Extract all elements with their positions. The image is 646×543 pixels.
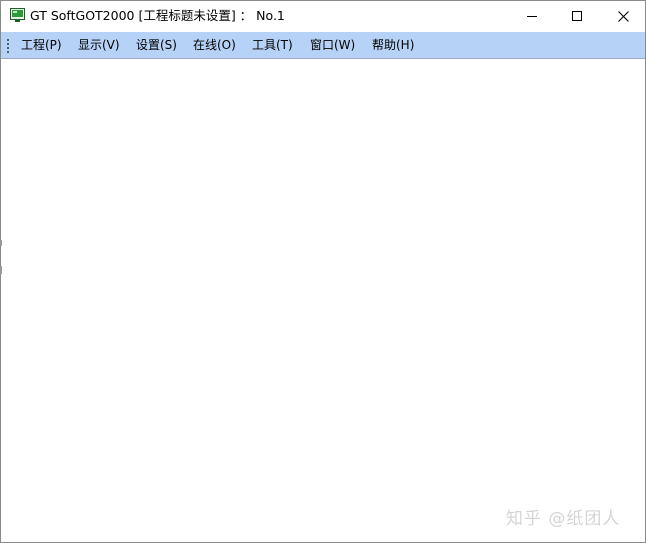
window-title: GT SoftGOT2000 [工程标题未设置] ： No.1	[30, 8, 285, 23]
menu-bar: 工程(P) 显示(V) 设置(S) 在线(O) 工具(T) 窗口(W) 帮助(H…	[1, 32, 645, 59]
left-edge-mark	[0, 266, 2, 274]
monitor-icon[interactable]	[10, 8, 25, 23]
menu-item-tools[interactable]: 工具(T)	[252, 36, 293, 54]
toolbar-grip-icon[interactable]	[7, 38, 10, 53]
minimize-button[interactable]	[509, 1, 555, 31]
maximize-button[interactable]	[554, 1, 600, 31]
menu-item-view[interactable]: 显示(V)	[78, 36, 120, 54]
application-window: GT SoftGOT2000 [工程标题未设置] ： No.1 工程(P) 显示…	[0, 0, 646, 543]
maximize-icon	[572, 11, 582, 21]
menu-item-settings[interactable]: 设置(S)	[136, 36, 177, 54]
client-area[interactable]	[1, 59, 645, 542]
menu-item-window[interactable]: 窗口(W)	[310, 36, 355, 54]
close-icon	[617, 10, 629, 22]
left-edge-mark	[0, 240, 2, 246]
menu-item-project[interactable]: 工程(P)	[21, 36, 62, 54]
close-button[interactable]	[600, 1, 646, 31]
menu-item-help[interactable]: 帮助(H)	[372, 36, 414, 54]
minimize-icon	[527, 16, 537, 17]
title-bar[interactable]: GT SoftGOT2000 [工程标题未设置] ： No.1	[1, 1, 645, 32]
menu-item-online[interactable]: 在线(O)	[193, 36, 236, 54]
watermark-text: 知乎 @纸团人	[506, 509, 621, 529]
